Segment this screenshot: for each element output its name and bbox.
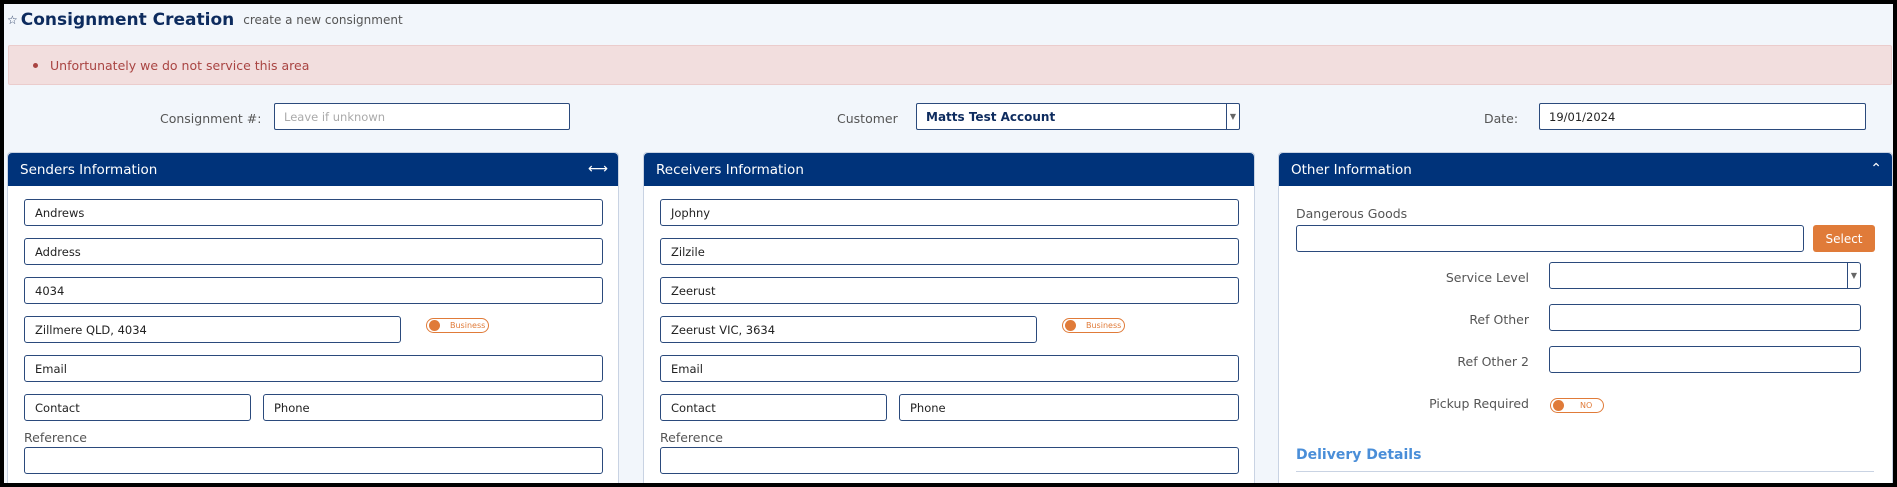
senders-panel-title: Senders Information bbox=[20, 161, 158, 178]
toggle-knob bbox=[429, 320, 440, 331]
app-frame: ☆ Consignment Creation create a new cons… bbox=[4, 4, 1893, 483]
ref-other-label: Ref Other bbox=[1469, 312, 1529, 327]
pickup-required-toggle[interactable]: NO bbox=[1550, 398, 1604, 413]
date-label: Date: bbox=[1484, 111, 1519, 126]
page-header: ☆ Consignment Creation create a new cons… bbox=[7, 8, 403, 32]
receiver-email-field[interactable]: Email bbox=[660, 355, 1239, 382]
pickup-required-toggle-label: NO bbox=[1580, 401, 1593, 410]
sender-email-field[interactable]: Email bbox=[24, 355, 603, 382]
receiver-phone-field[interactable]: Phone bbox=[899, 394, 1239, 421]
consignment-number-input[interactable]: Leave if unknown bbox=[274, 103, 570, 130]
receivers-panel-title: Receivers Information bbox=[656, 161, 804, 178]
receiver-contact-field[interactable]: Contact bbox=[660, 394, 887, 421]
other-info-panel-title: Other Information bbox=[1291, 161, 1412, 178]
ref-other-field[interactable] bbox=[1549, 304, 1861, 331]
sender-suburb-field[interactable]: Zillmere QLD, 4034 bbox=[24, 316, 401, 343]
pickup-required-label: Pickup Required bbox=[1429, 396, 1529, 411]
dangerous-goods-select-button[interactable]: Select bbox=[1813, 225, 1875, 252]
dangerous-goods-field[interactable] bbox=[1296, 225, 1804, 252]
delivery-details-title: Delivery Details bbox=[1296, 447, 1422, 463]
sender-business-toggle[interactable]: Business bbox=[426, 318, 489, 333]
receiver-suburb-field[interactable]: Zeerust VIC, 3634 bbox=[660, 316, 1037, 343]
ref-other-2-field[interactable] bbox=[1549, 346, 1861, 373]
customer-select[interactable]: Matts Test Account ▼ bbox=[916, 103, 1240, 130]
other-info-panel-header: Other Information ⌃ bbox=[1279, 153, 1892, 186]
ref-other-2-label: Ref Other 2 bbox=[1457, 354, 1529, 369]
sender-business-toggle-label: Business bbox=[450, 321, 486, 330]
date-input[interactable]: 19/01/2024 bbox=[1539, 103, 1866, 130]
sender-reference-label: Reference bbox=[24, 430, 87, 445]
sender-postcode-field[interactable]: 4034 bbox=[24, 277, 603, 304]
section-divider bbox=[1296, 471, 1874, 472]
dangerous-goods-label: Dangerous Goods bbox=[1296, 206, 1408, 221]
senders-panel-header: Senders Information ⟷ bbox=[8, 153, 618, 186]
service-area-alert: Unfortunately we do not service this are… bbox=[8, 45, 1892, 85]
toggle-knob bbox=[1065, 320, 1076, 331]
sender-reference-field[interactable] bbox=[24, 447, 603, 474]
page-subtitle: create a new consignment bbox=[243, 13, 403, 27]
expand-horizontal-icon[interactable]: ⟷ bbox=[588, 161, 608, 177]
page-title: Consignment Creation bbox=[20, 10, 235, 30]
receiver-reference-field[interactable] bbox=[660, 447, 1239, 474]
service-level-label: Service Level bbox=[1445, 270, 1529, 285]
sender-phone-field[interactable]: Phone bbox=[263, 394, 603, 421]
receiver-name-field[interactable]: Jophny bbox=[660, 199, 1239, 226]
alert-message: Unfortunately we do not service this are… bbox=[50, 57, 310, 73]
receivers-panel-header: Receivers Information bbox=[644, 153, 1254, 186]
toggle-knob bbox=[1553, 400, 1564, 411]
senders-panel: Senders Information ⟷ Andrews Address 40… bbox=[7, 152, 619, 483]
other-info-panel: Other Information ⌃ Dangerous Goods Sele… bbox=[1278, 152, 1893, 483]
service-level-select[interactable]: ▼ bbox=[1549, 262, 1861, 289]
sender-address-field[interactable]: Address bbox=[24, 238, 603, 265]
receivers-panel: Receivers Information Jophny Zilzile Zee… bbox=[643, 152, 1255, 483]
chevron-down-icon[interactable]: ▼ bbox=[1847, 263, 1860, 288]
sender-contact-field[interactable]: Contact bbox=[24, 394, 251, 421]
customer-label: Customer bbox=[837, 111, 898, 126]
star-icon[interactable]: ☆ bbox=[7, 13, 18, 27]
bullet-icon bbox=[33, 62, 38, 68]
receiver-reference-label: Reference bbox=[660, 430, 723, 445]
receiver-town-field[interactable]: Zeerust bbox=[660, 277, 1239, 304]
sender-name-field[interactable]: Andrews bbox=[24, 199, 603, 226]
chevron-up-icon[interactable]: ⌃ bbox=[1870, 161, 1882, 177]
consignment-number-label: Consignment #: bbox=[160, 111, 262, 126]
receiver-business-toggle-label: Business bbox=[1086, 321, 1122, 330]
chevron-down-icon[interactable]: ▼ bbox=[1226, 104, 1239, 129]
receiver-business-toggle[interactable]: Business bbox=[1062, 318, 1125, 333]
customer-select-value: Matts Test Account bbox=[926, 109, 1056, 124]
receiver-address-field[interactable]: Zilzile bbox=[660, 238, 1239, 265]
